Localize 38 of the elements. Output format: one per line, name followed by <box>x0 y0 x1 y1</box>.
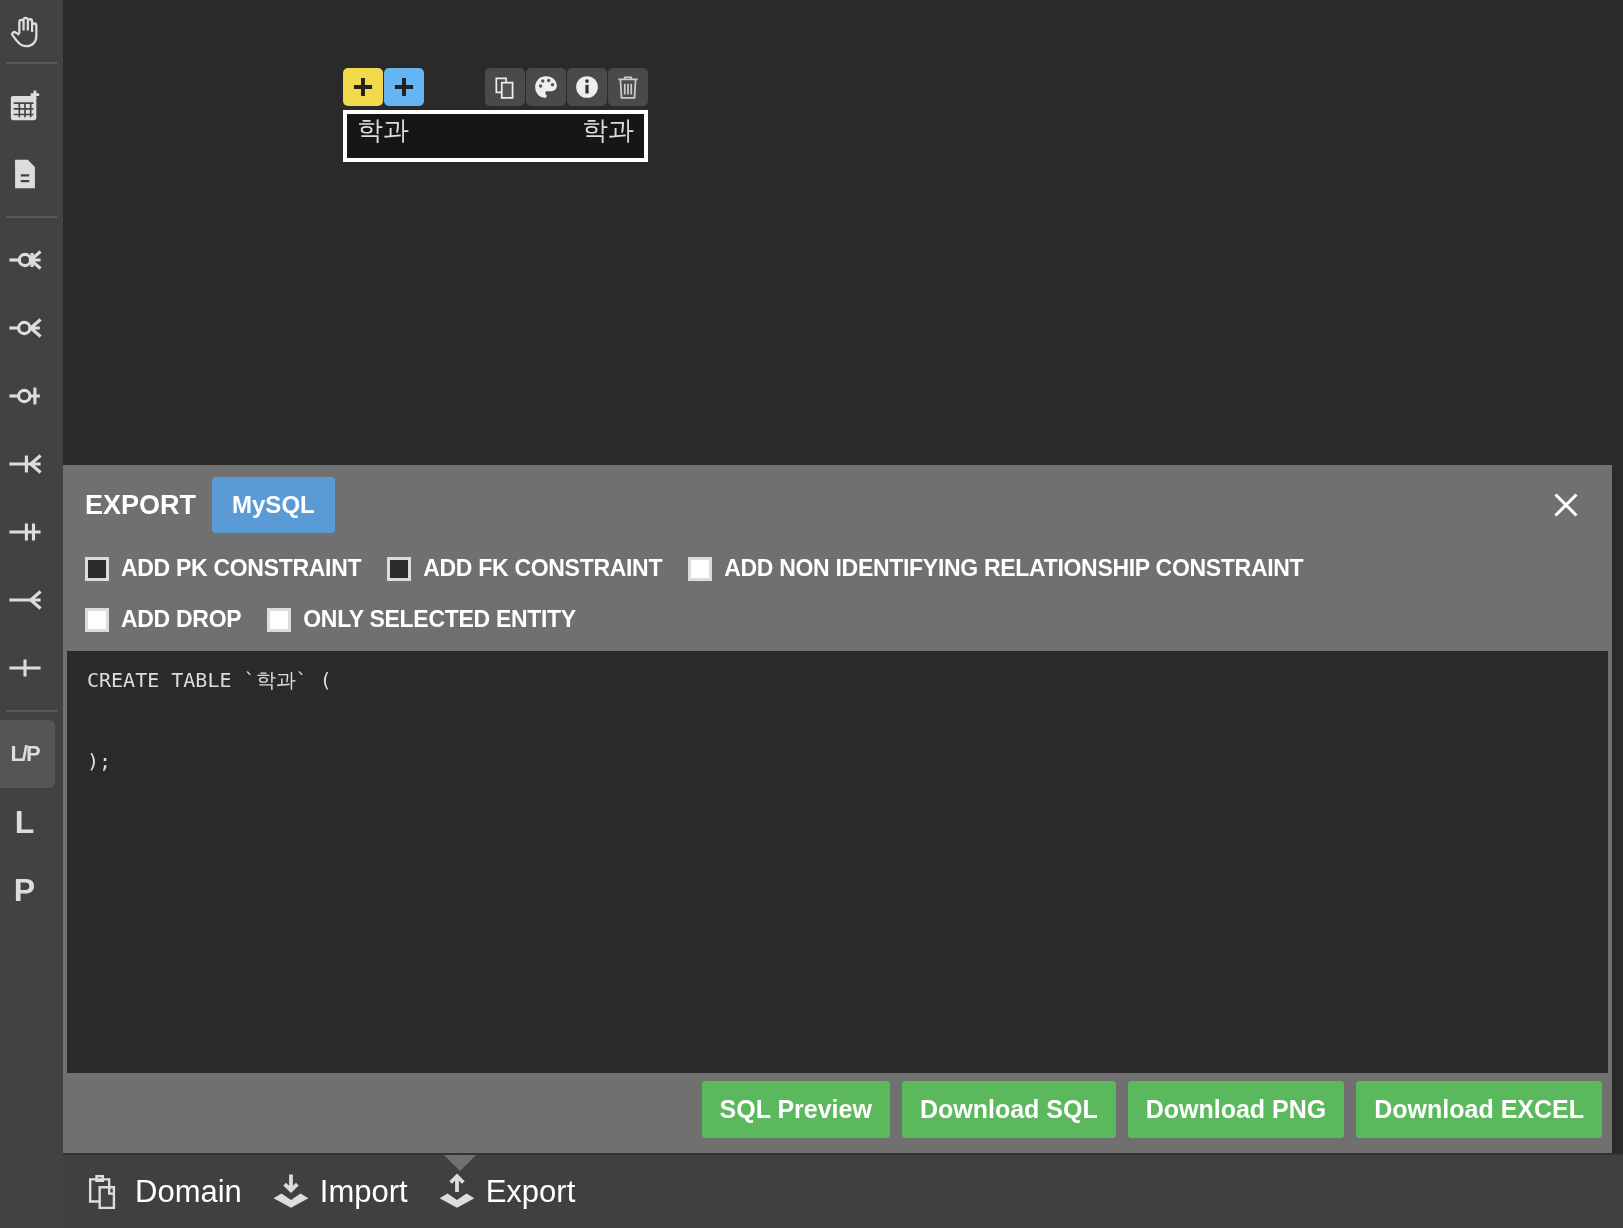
option-label: ADD PK CONSTRAINT <box>121 555 362 582</box>
add-column-button[interactable] <box>343 68 383 106</box>
bottom-tab[interactable]: Export <box>437 1155 576 1228</box>
panel-title: EXPORT <box>85 489 197 521</box>
checkbox[interactable] <box>387 556 412 581</box>
notation-icon: P <box>13 871 36 909</box>
checkbox[interactable] <box>85 607 109 632</box>
entity-box[interactable]: 학과 학과 <box>343 110 648 162</box>
option-label: ONLY SELECTED ENTITY <box>303 606 576 633</box>
info-icon <box>574 74 600 100</box>
close-icon <box>1552 491 1580 519</box>
tool-button[interactable]: P <box>0 856 49 924</box>
code-area[interactable]: CREATE TABLE `학과` ( ); <box>67 651 1608 1073</box>
checkbox[interactable] <box>688 556 713 581</box>
tool-button[interactable]: L/P <box>0 720 55 788</box>
option-label: ADD NON IDENTIFYING RELATIONSHIP CONSTRAINT <box>724 555 1304 582</box>
option-label: ADD DROP <box>121 606 242 633</box>
download-icon <box>271 1173 310 1211</box>
entity-name: 학과 <box>582 116 634 145</box>
upload-icon <box>437 1173 476 1211</box>
notation-icon: L <box>14 803 35 841</box>
notation-icon: L/P <box>10 741 39 767</box>
checkbox[interactable] <box>85 556 109 581</box>
add-column-button[interactable] <box>384 68 424 106</box>
palette-icon <box>533 74 559 100</box>
entity-name: 학과 <box>357 116 409 145</box>
option-label: ADD FK CONSTRAINT <box>423 555 663 582</box>
palette-button[interactable] <box>526 68 566 106</box>
delete-button[interactable] <box>608 68 648 106</box>
copy-button[interactable] <box>485 68 525 106</box>
bottom-tab[interactable]: Domain <box>87 1155 242 1228</box>
trash-icon <box>615 74 641 100</box>
sql-code: CREATE TABLE `학과` ( ); <box>87 667 333 775</box>
tool-button[interactable]: L <box>0 788 49 856</box>
close-button[interactable] <box>1552 491 1580 519</box>
info-button[interactable] <box>567 68 607 106</box>
bottom-tab[interactable]: Import <box>271 1155 408 1228</box>
checkbox[interactable] <box>267 607 292 632</box>
